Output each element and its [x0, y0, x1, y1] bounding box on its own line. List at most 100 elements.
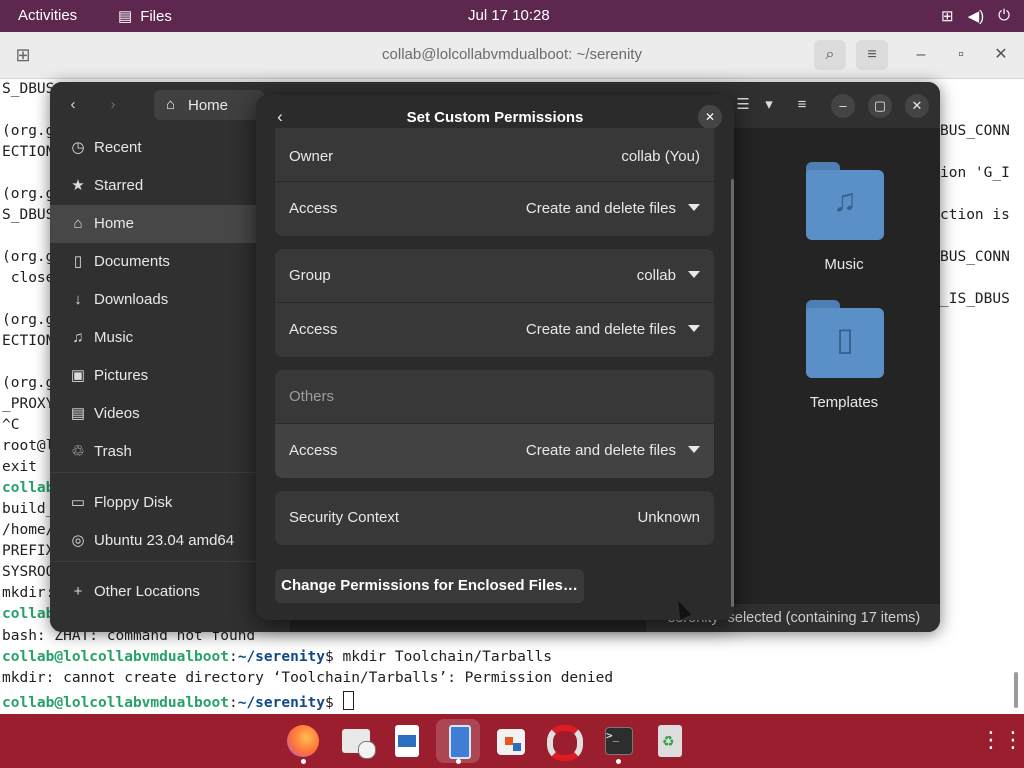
terminal-line: BUS_CONN: [940, 249, 1010, 265]
folder-templates[interactable]: ▯: [806, 300, 886, 380]
permissions-dialog: ‹ Set Custom Permissions ✕ Owner collab …: [256, 95, 734, 620]
terminal-line: S_DBUS: [2, 207, 55, 223]
folder-music[interactable]: ♫: [806, 162, 886, 242]
terminal-line: collab@lolcollabvmdualboot:~/serenity$: [2, 691, 354, 711]
recycle-icon[interactable]: ♻: [648, 719, 692, 763]
owner-access-dropdown[interactable]: Create and delete files: [526, 200, 700, 217]
sidebar-item-label: Home: [94, 215, 135, 232]
mail-icon[interactable]: [334, 719, 378, 763]
maximize-icon[interactable]: ▫: [945, 40, 977, 70]
floppy-icon: ▭: [70, 494, 86, 511]
terminal-cursor: [342, 691, 354, 710]
download-icon: ↓: [74, 291, 82, 308]
sidebar-item-other-locations[interactable]: + Other Locations: [50, 573, 290, 611]
folder-label: Templates: [809, 394, 879, 411]
sidebar-item-documents[interactable]: ▯ Documents: [50, 243, 290, 281]
firefox-icon[interactable]: [281, 719, 325, 763]
group-access-dropdown[interactable]: Create and delete files: [526, 321, 700, 338]
terminal-line: close: [2, 270, 55, 286]
hamburger-menu-icon[interactable]: ≡: [787, 90, 817, 120]
terminal-line: ^C: [2, 417, 20, 433]
path-bar[interactable]: ⌂ Home: [154, 90, 264, 120]
owner-value: collab (You): [621, 148, 700, 165]
terminal-line: collab: [2, 480, 55, 496]
dialog-title: Set Custom Permissions: [406, 109, 584, 126]
terminal-line: ECTION: [2, 144, 55, 160]
security-context-value: Unknown: [637, 509, 700, 526]
sidebar-item-home[interactable]: ⌂ Home: [50, 205, 290, 243]
writer-icon[interactable]: [385, 719, 429, 763]
terminal-line: (org.g: [2, 312, 55, 328]
terminal-line: ction is: [940, 207, 1010, 223]
dialog-scrollbar[interactable]: [731, 179, 734, 607]
close-icon[interactable]: ✕: [985, 40, 1017, 70]
templates-folder-icon: ▯: [836, 321, 854, 357]
activities-button[interactable]: Activities: [18, 7, 77, 24]
sidebar-item-floppy-disk[interactable]: ▭ Floppy Disk: [50, 484, 290, 522]
others-access-row[interactable]: Access Create and delete files: [275, 424, 714, 478]
disc-icon: ◎: [71, 532, 85, 549]
pictures-icon: ▣: [70, 367, 86, 384]
trash-icon: ♲: [71, 443, 85, 460]
close-icon[interactable]: ✕: [905, 94, 929, 118]
document-icon: ▯: [73, 253, 83, 270]
files-app-icon: ▤: [118, 8, 133, 25]
others-access-dropdown[interactable]: Create and delete files: [526, 442, 700, 459]
dropdown-caret-icon: [688, 204, 700, 211]
group-dropdown[interactable]: collab: [637, 267, 700, 284]
others-label: Others: [289, 388, 335, 405]
terminal-icon[interactable]: >_: [596, 719, 640, 763]
software-icon[interactable]: [489, 719, 533, 763]
sidebar-item-downloads[interactable]: ↓ Downloads: [50, 281, 290, 319]
app-menu-label: Files: [140, 7, 172, 25]
terminal-line: build_: [2, 501, 55, 517]
change-enclosed-permissions-button[interactable]: Change Permissions for Enclosed Files…: [275, 569, 584, 603]
sidebar-item-label: Floppy Disk: [94, 494, 173, 511]
sidebar-item-trash[interactable]: ♲ Trash: [50, 433, 290, 471]
group-row[interactable]: Group collab: [275, 249, 714, 303]
terminal-line: collab: [2, 606, 55, 622]
terminal-line: PREFIX: [2, 543, 55, 559]
view-options-icon[interactable]: ▾: [754, 90, 784, 120]
sidebar-item-music[interactable]: ♫ Music: [50, 319, 290, 357]
terminal-line: (org.g: [2, 186, 55, 202]
access-label: Access: [289, 442, 338, 459]
videos-icon: ▤: [70, 405, 86, 422]
clock[interactable]: Jul 17 10:28: [468, 7, 550, 24]
forward-icon[interactable]: ›: [98, 90, 128, 120]
files-icon[interactable]: [436, 719, 480, 763]
star-icon: ★: [71, 177, 85, 194]
sidebar-item-label: Videos: [94, 405, 140, 422]
sidebar-item-recent[interactable]: ◷ Recent: [50, 129, 290, 167]
plus-icon: +: [73, 583, 83, 600]
help-icon[interactable]: [541, 719, 585, 763]
terminal-line: mkdir: cannot create directory ‘Toolchai…: [2, 670, 614, 686]
sidebar-item-label: Ubuntu 23.04 amd64: [94, 532, 235, 549]
minimize-icon[interactable]: –: [905, 40, 937, 70]
back-icon[interactable]: ‹: [58, 90, 88, 120]
minimize-icon[interactable]: –: [831, 94, 855, 118]
search-icon[interactable]: ⌕: [814, 40, 846, 70]
show-applications-icon[interactable]: ⋮⋮⋮: [980, 728, 1024, 754]
sidebar-item-starred[interactable]: ★ Starred: [50, 167, 290, 205]
dock: >_ ♻ ⋮⋮⋮: [0, 714, 1024, 768]
sidebar-item-ubuntu-23-04-amd64[interactable]: ◎ Ubuntu 23.04 amd64: [50, 522, 290, 560]
terminal-line: (org.g: [2, 375, 55, 391]
dropdown-caret-icon: [688, 271, 700, 278]
close-icon[interactable]: ✕: [698, 105, 722, 129]
owner-access-row[interactable]: Access Create and delete files: [275, 182, 714, 236]
home-icon: ⌂: [73, 215, 83, 232]
dropdown-caret-icon: [688, 325, 700, 332]
app-menu[interactable]: ▤ Files: [118, 7, 172, 26]
security-context-label: Security Context: [289, 509, 400, 526]
top-bar: Activities ▤ Files Jul 17 10:28 ⊞ ◀) ⏻: [0, 0, 1024, 32]
menu-icon[interactable]: ≡: [856, 40, 888, 70]
terminal-line: _IS_DBUS: [940, 291, 1010, 307]
terminal-scrollbar[interactable]: [1014, 672, 1018, 708]
sidebar-item-videos[interactable]: ▤ Videos: [50, 395, 290, 433]
group-access-row[interactable]: Access Create and delete files: [275, 303, 714, 357]
sidebar-item-pictures[interactable]: ▣ Pictures: [50, 357, 290, 395]
maximize-icon[interactable]: ▢: [868, 94, 892, 118]
system-tray[interactable]: ⊞ ◀) ⏻: [941, 7, 1010, 25]
path-label: Home: [188, 97, 229, 114]
